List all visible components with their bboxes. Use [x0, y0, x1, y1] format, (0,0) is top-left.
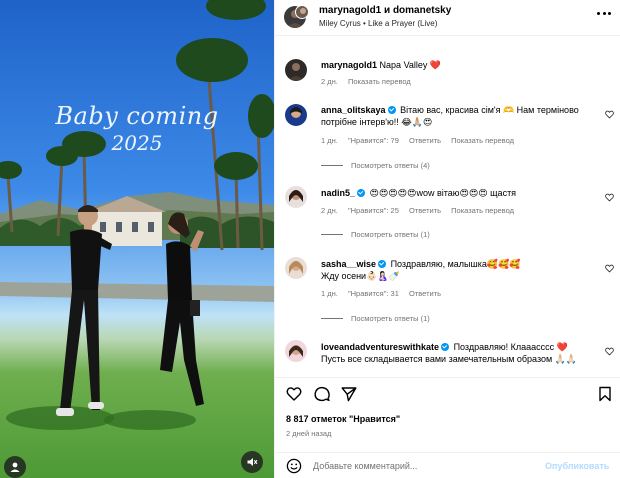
reply-button[interactable]: Ответить	[409, 136, 441, 145]
post-date[interactable]: 2 дней назад	[286, 429, 331, 438]
audio-track[interactable]: Miley Cyrus • Like a Prayer (Live)	[319, 19, 437, 28]
avatar[interactable]	[285, 104, 307, 126]
share-icon[interactable]	[341, 386, 357, 402]
avatar[interactable]	[285, 59, 307, 81]
translate-link[interactable]: Показать перевод	[451, 136, 514, 145]
comment-username[interactable]: sasha__wise	[321, 259, 376, 269]
comment-username[interactable]: marynagold1	[321, 60, 377, 70]
comment-username[interactable]: nadin5_	[321, 188, 355, 198]
comment-text: sasha__wise Поздравляю, малышка🥰🥰🥰 Жду о…	[321, 258, 589, 282]
like-heart-icon[interactable]	[286, 386, 302, 402]
caption-text: marynagold1 Napa Valley ❤️	[321, 59, 589, 71]
comment-body-line2: Жду осени👶🏻🤱🏻🍼	[321, 271, 400, 281]
verified-badge-icon	[441, 343, 450, 351]
translate-link[interactable]: Показать перевод	[451, 206, 514, 215]
overlay-year: 2025	[111, 131, 163, 155]
overlay-title: Baby coming	[55, 102, 219, 130]
avatar[interactable]	[285, 340, 307, 362]
view-replies-button[interactable]: Посмотреть ответы (1)	[321, 314, 430, 323]
comment-icon[interactable]	[314, 386, 330, 402]
tagged-users-button[interactable]	[4, 456, 26, 478]
comment-body: 😍😍😍😍😍wow вітаю😍😍😍 щастя	[369, 188, 517, 198]
view-replies-button[interactable]: Посмотреть ответы (1)	[321, 230, 430, 239]
comment-likes[interactable]: "Нравится": 25	[348, 206, 399, 215]
comment-username[interactable]: loveandadventureswithkate	[321, 342, 439, 352]
comment-time[interactable]: 2 дн.	[321, 77, 338, 86]
comment-composer: Опубликовать	[275, 452, 620, 478]
comment-text: nadin5_ 😍😍😍😍😍wow вітаю😍😍😍 щастя	[321, 187, 589, 199]
post-authors[interactable]: marynagold1 и domanetsky	[319, 5, 451, 16]
caption-body: Napa Valley ❤️	[379, 60, 442, 70]
post-details-panel: marynagold1 и domanetsky Miley Cyrus • L…	[274, 0, 620, 478]
avatar-secondary[interactable]	[295, 5, 309, 19]
speaker-muted-icon	[247, 458, 258, 466]
comment-meta: 1 дн. "Нравится": 31 Ответить	[321, 289, 449, 298]
heart-outline-icon[interactable]	[605, 110, 614, 119]
reply-button[interactable]: Ответить	[409, 206, 441, 215]
user-icon	[10, 462, 20, 472]
post-comment-button[interactable]: Опубликовать	[545, 461, 609, 471]
likes-count[interactable]: 8 817 отметок "Нравится"	[286, 414, 400, 424]
post-actions: 8 817 отметок "Нравится" 2 дней назад	[275, 377, 620, 452]
comment-meta: 1 дн. "Нравится": 79 Ответить Показать п…	[321, 136, 522, 145]
bookmark-icon[interactable]	[597, 386, 613, 402]
comment-input[interactable]	[313, 459, 533, 473]
comment-time[interactable]: 2 дн.	[321, 206, 338, 215]
comment-body: Поздравляю, малышка🥰🥰🥰	[390, 259, 521, 269]
heart-outline-icon[interactable]	[605, 347, 614, 356]
comment-username[interactable]: anna_olitskaya	[321, 105, 386, 115]
comment-text: anna_olitskaya Вітаю вас, красива сім'я …	[321, 104, 589, 128]
emoji-icon[interactable]	[286, 458, 302, 474]
comment-time[interactable]: 1 дн.	[321, 289, 338, 298]
comment-body-line2: Пусть все складывается вами замечательны…	[321, 354, 578, 364]
caption-meta: 2 дн. Показать перевод	[321, 77, 419, 86]
comment-body: Поздравляю! Клааасссс ❤️	[453, 342, 568, 352]
comment-meta: 2 дн. "Нравится": 25 Ответить Показать п…	[321, 206, 522, 215]
more-options-icon[interactable]	[597, 10, 611, 16]
translate-link[interactable]: Показать перевод	[348, 77, 411, 86]
verified-badge-icon	[357, 189, 366, 197]
heart-outline-icon[interactable]	[605, 193, 614, 202]
avatar[interactable]	[285, 257, 307, 279]
post-header: marynagold1 и domanetsky Miley Cyrus • L…	[275, 0, 620, 36]
photo-scene	[0, 0, 274, 430]
view-replies-button[interactable]: Посмотреть ответы (4)	[321, 161, 430, 170]
heart-outline-icon[interactable]	[605, 264, 614, 273]
comment-likes[interactable]: "Нравится": 31	[348, 289, 399, 298]
post-photo[interactable]: Baby coming 2025	[0, 0, 274, 478]
verified-badge-icon	[378, 260, 387, 268]
comment-text: loveandadventureswithkate Поздравляю! Кл…	[321, 341, 589, 365]
mute-button[interactable]	[241, 451, 263, 473]
avatar[interactable]	[285, 186, 307, 208]
reply-button[interactable]: Ответить	[409, 289, 441, 298]
verified-badge-icon	[387, 106, 396, 114]
comment-likes[interactable]: "Нравится": 79	[348, 136, 399, 145]
comments-list[interactable]: marynagold1 Napa Valley ❤️ 2 дн. Показат…	[275, 37, 620, 377]
comment-time[interactable]: 1 дн.	[321, 136, 338, 145]
